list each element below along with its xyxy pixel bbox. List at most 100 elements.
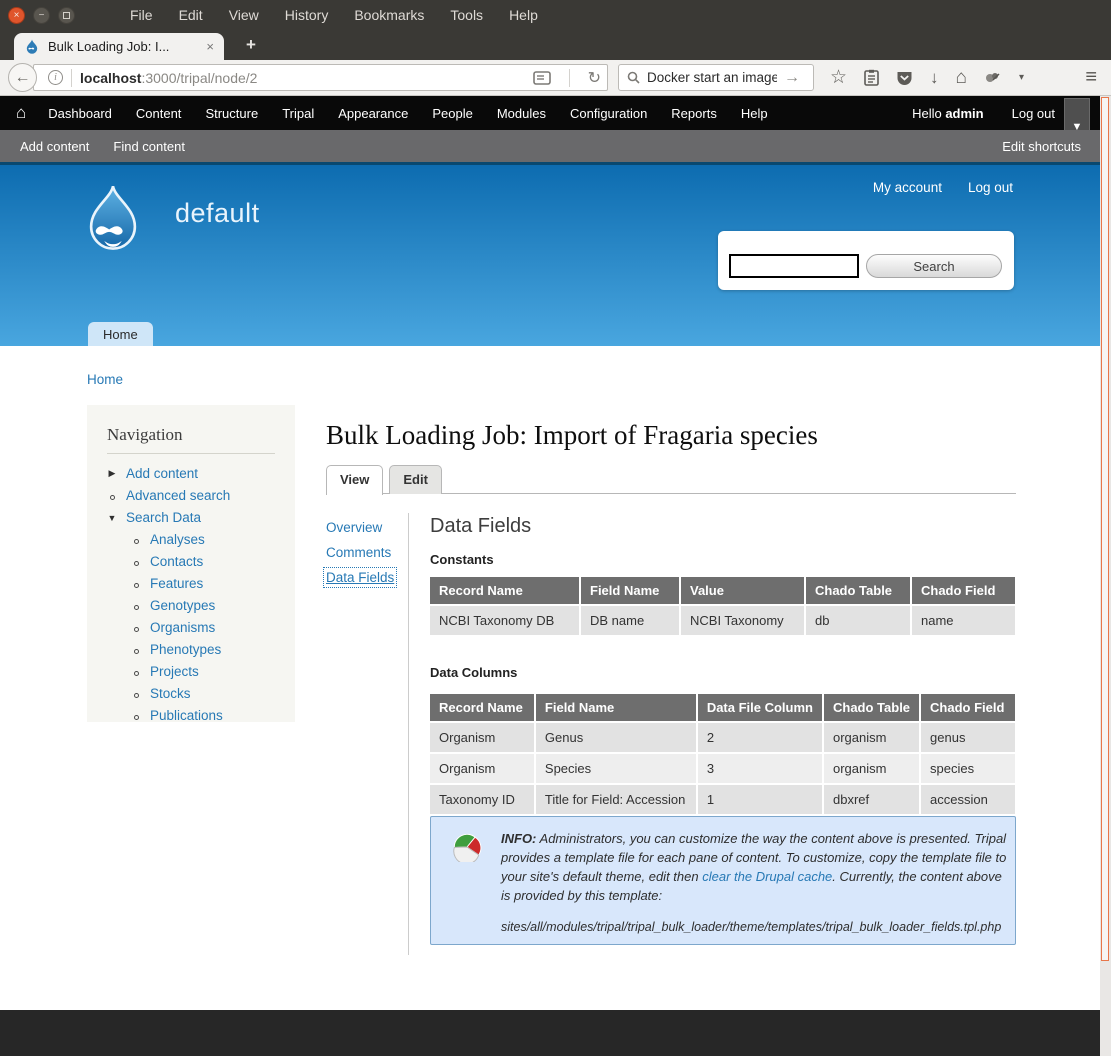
column-header: Data File Column <box>697 694 823 722</box>
admin-menu-dashboard[interactable]: Dashboard <box>36 106 124 121</box>
extension-icon[interactable] <box>984 71 1002 85</box>
pane-nav-overview[interactable]: Overview <box>326 520 406 535</box>
sidebar-item-contacts[interactable]: Contacts <box>131 554 275 569</box>
sidebar-link[interactable]: Projects <box>150 664 199 679</box>
menu-hamburger-icon[interactable]: ≡ <box>1085 66 1097 89</box>
bookmarks-menu-icon[interactable] <box>864 69 879 86</box>
site-search-button[interactable]: Search <box>866 254 1002 278</box>
leaf-bullet-icon <box>131 576 141 591</box>
browser-search-input[interactable] <box>647 70 777 85</box>
sidebar-item-organisms[interactable]: Organisms <box>131 620 275 635</box>
refresh-icon[interactable]: ↻ <box>588 68 601 88</box>
sidebar-item-features[interactable]: Features <box>131 576 275 591</box>
table-cell: 3 <box>697 753 823 784</box>
browser-menu-file[interactable]: File <box>130 7 153 23</box>
new-tab-button[interactable]: + <box>236 35 266 55</box>
table-cell: species <box>920 753 1015 784</box>
browser-menu-help[interactable]: Help <box>509 7 538 23</box>
window-close-button[interactable]: × <box>8 7 25 24</box>
sidebar-link[interactable]: Genotypes <box>150 598 215 613</box>
column-header: Chado Table <box>805 577 911 605</box>
admin-menu-help[interactable]: Help <box>729 106 780 121</box>
clear-cache-link[interactable]: clear the Drupal cache <box>702 869 832 884</box>
admin-menu-configuration[interactable]: Configuration <box>558 106 659 121</box>
site-name[interactable]: default <box>175 198 260 229</box>
sidebar-item-advanced-search[interactable]: Advanced search <box>107 488 275 503</box>
pane-nav-link[interactable]: Comments <box>326 545 391 560</box>
tab-close-icon[interactable]: × <box>206 39 214 54</box>
expanded-arrow-icon[interactable]: ▼ <box>107 513 117 523</box>
sidebar-link[interactable]: Contacts <box>150 554 203 569</box>
pane-nav-comments[interactable]: Comments <box>326 545 406 560</box>
url-bar[interactable]: i localhost:3000/tripal/node/2 ↻ <box>33 64 608 91</box>
pane-nav-link[interactable]: Data Fields <box>326 570 394 585</box>
sidebar-link[interactable]: Phenotypes <box>150 642 221 657</box>
admin-menu-structure[interactable]: Structure <box>193 106 270 121</box>
sidebar-link[interactable]: Advanced search <box>126 488 230 503</box>
tab-edit[interactable]: Edit <box>389 465 442 494</box>
search-go-icon[interactable]: → <box>784 69 800 87</box>
downloads-icon[interactable]: ↓ <box>930 69 939 86</box>
collapsed-arrow-icon[interactable]: ▶ <box>107 468 117 479</box>
sidebar-link[interactable]: Search Data <box>126 510 201 525</box>
admin-menu: DashboardContentStructureTripalAppearanc… <box>36 106 779 121</box>
sidebar-link[interactable]: Organisms <box>150 620 215 635</box>
browser-search-bar[interactable]: → <box>618 64 814 91</box>
template-path: sites/all/modules/tripal/tripal_bulk_loa… <box>501 920 1011 934</box>
sidebar-item-search-data[interactable]: ▼ Search Data <box>107 510 275 525</box>
breadcrumb-home-link[interactable]: Home <box>87 372 123 387</box>
back-button[interactable]: ← <box>8 63 37 92</box>
bookmark-star-icon[interactable]: ☆ <box>830 68 847 87</box>
browser-menu-bookmarks[interactable]: Bookmarks <box>354 7 424 23</box>
admin-username: admin <box>945 106 983 121</box>
navigation-sidebar: Navigation ▶Add contentAdvanced search▼S… <box>87 405 295 722</box>
sidebar-link[interactable]: Features <box>150 576 203 591</box>
site-search-input[interactable] <box>729 254 859 278</box>
site-info-icon[interactable]: i <box>48 70 63 85</box>
admin-menu-reports[interactable]: Reports <box>659 106 729 121</box>
pocket-icon[interactable] <box>896 70 913 86</box>
shortcut-find-content[interactable]: Find content <box>113 139 185 154</box>
browser-menu-view[interactable]: View <box>229 7 259 23</box>
window-maximize-button[interactable] <box>58 7 75 24</box>
tab-view[interactable]: View <box>326 465 383 495</box>
admin-menu-appearance[interactable]: Appearance <box>326 106 420 121</box>
admin-menu-people[interactable]: People <box>420 106 484 121</box>
sidebar-item-projects[interactable]: Projects <box>131 664 275 679</box>
my-account-link[interactable]: My account <box>873 180 942 195</box>
browser-menu-tools[interactable]: Tools <box>450 7 483 23</box>
reader-mode-icon[interactable] <box>533 71 551 85</box>
logout-link[interactable]: Log out <box>968 180 1013 195</box>
browser-tab[interactable]: Bulk Loading Job: I... × <box>14 33 224 60</box>
admin-logout-link[interactable]: Log out <box>1012 106 1055 121</box>
drupal-logo[interactable] <box>78 184 148 254</box>
sidebar-item-stocks[interactable]: Stocks <box>131 686 275 701</box>
pane-nav-data-fields[interactable]: Data Fields <box>326 570 406 585</box>
search-icon <box>627 71 640 84</box>
shortcut-add-content[interactable]: Add content <box>20 139 89 154</box>
browser-scrollbar[interactable] <box>1100 96 1111 1056</box>
scrollbar-thumb[interactable] <box>1101 97 1109 961</box>
admin-menu-modules[interactable]: Modules <box>485 106 558 121</box>
extension-dropdown-icon[interactable]: ▾ <box>1019 72 1024 83</box>
pane-nav-link[interactable]: Overview <box>326 520 382 535</box>
home-icon[interactable]: ⌂ <box>956 68 967 87</box>
edit-shortcuts-link[interactable]: Edit shortcuts <box>1002 139 1081 154</box>
window-minimize-button[interactable]: − <box>33 7 50 24</box>
sidebar-link[interactable]: Add content <box>126 466 198 481</box>
admin-home-icon[interactable]: ⌂ <box>16 103 26 123</box>
sidebar-link[interactable]: Analyses <box>150 532 205 547</box>
sidebar-link[interactable]: Stocks <box>150 686 191 701</box>
sidebar-item-phenotypes[interactable]: Phenotypes <box>131 642 275 657</box>
leaf-bullet-icon <box>107 488 117 503</box>
browser-menu-history[interactable]: History <box>285 7 329 23</box>
sidebar-item-analyses[interactable]: Analyses <box>131 532 275 547</box>
browser-menu-edit[interactable]: Edit <box>179 7 203 23</box>
admin-menu-content[interactable]: Content <box>124 106 194 121</box>
main-menu-home-tab[interactable]: Home <box>88 322 153 346</box>
sidebar-item-genotypes[interactable]: Genotypes <box>131 598 275 613</box>
sidebar-item-add-content[interactable]: ▶ Add content <box>107 466 275 481</box>
sidebar-item-publications[interactable]: Publications <box>131 708 275 723</box>
admin-menu-tripal[interactable]: Tripal <box>270 106 326 121</box>
sidebar-link[interactable]: Publications <box>150 708 223 723</box>
